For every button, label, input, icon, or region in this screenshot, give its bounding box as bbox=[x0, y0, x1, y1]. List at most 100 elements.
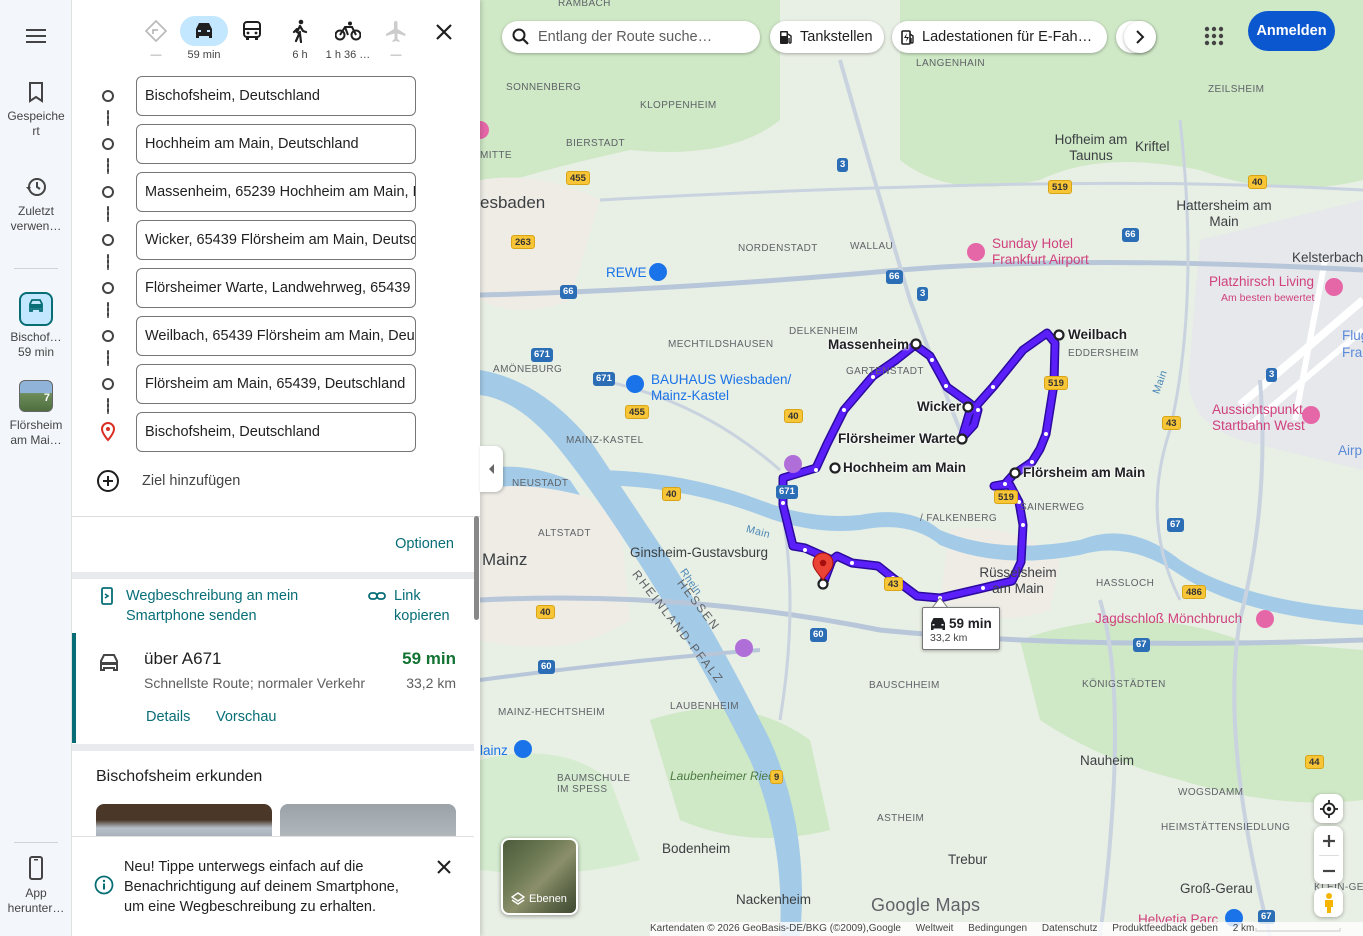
mode-flight[interactable]: — bbox=[372, 16, 420, 66]
waypoint-label-wicker[interactable]: Wicker bbox=[917, 399, 961, 414]
zoom-in-button[interactable] bbox=[1314, 826, 1343, 855]
collapse-panel-button[interactable] bbox=[480, 446, 503, 492]
mode-best[interactable]: — bbox=[132, 16, 180, 66]
bookmark-icon bbox=[29, 82, 43, 103]
route-option-card[interactable]: über A671 Schnellste Route; normaler Ver… bbox=[72, 633, 474, 743]
map-city-label: lainz bbox=[480, 743, 508, 758]
zoom-out-button[interactable] bbox=[1314, 856, 1343, 885]
route-preview-link[interactable]: Vorschau bbox=[216, 709, 276, 725]
recent-button[interactable]: Zuletzt verwen… bbox=[0, 176, 72, 234]
divider bbox=[72, 516, 480, 517]
info-icon bbox=[94, 875, 114, 895]
waypoint-input-5[interactable]: Flörsheimer Warte, Landwehrweg, 65439 Fl… bbox=[136, 268, 416, 308]
terms-link[interactable]: Bedingungen bbox=[968, 923, 1027, 934]
map-district-label: ASTHEIM bbox=[877, 813, 925, 824]
map-district-label: AMÖNEBURG bbox=[493, 364, 563, 375]
chip-ev-charging[interactable]: Ladestationen für E-Fah… bbox=[892, 21, 1107, 53]
pegman-icon bbox=[1324, 892, 1333, 913]
send-to-phone-icon bbox=[101, 587, 113, 605]
route-search-input[interactable]: Entlang der Route suche… bbox=[502, 21, 760, 53]
panel-scrollbar[interactable] bbox=[474, 516, 479, 620]
waypoint-label-massenheim[interactable]: Massenheim bbox=[828, 337, 909, 352]
layers-icon bbox=[511, 892, 525, 905]
recent-place-badge: 7 bbox=[43, 392, 50, 404]
map-district-label: MITTE bbox=[480, 150, 512, 161]
chips-next-button[interactable] bbox=[1124, 21, 1156, 53]
waypoint-connector bbox=[107, 302, 109, 318]
waypoint-input-7[interactable]: Flörsheim am Main, 65439, Deutschland bbox=[136, 364, 416, 404]
waypoint-input-4[interactable]: Wicker, 65439 Flörsheim am Main, Deutsch… bbox=[136, 220, 416, 260]
copy-link-button[interactable]: Link kopieren bbox=[368, 586, 464, 626]
map-city-label: Bodenheim bbox=[662, 841, 731, 856]
poi-aussichtspunkt[interactable]: Aussichtspunkt Startbahn West bbox=[1212, 402, 1305, 434]
feedback-link[interactable]: Produktfeedback geben bbox=[1112, 923, 1218, 934]
waypoint-input-2[interactable]: Hochheim am Main, Deutschland bbox=[136, 124, 416, 164]
send-to-phone-button[interactable]: Wegbeschreibung an mein Smartphone sende… bbox=[100, 586, 346, 626]
mode-walk[interactable]: 6 h bbox=[276, 16, 324, 66]
privacy-link[interactable]: Datenschutz bbox=[1042, 923, 1098, 934]
walking-icon bbox=[292, 19, 308, 43]
waypoint-circle-icon bbox=[102, 234, 114, 246]
poi-label: Jagdschloß Mönchbruch bbox=[1095, 611, 1243, 626]
waypoint-label-hochheim[interactable]: Hochheim am Main bbox=[843, 460, 966, 475]
road-shield: 67 bbox=[1167, 518, 1184, 532]
current-trip-button[interactable]: Bischof… 59 min bbox=[0, 292, 72, 360]
map-district-label: WOGSDAMM bbox=[1178, 787, 1244, 798]
waypoint-label-floersheim[interactable]: Flörsheim am Main bbox=[1023, 465, 1145, 480]
my-location-button[interactable] bbox=[1314, 794, 1343, 823]
layers-button[interactable]: Ebenen bbox=[501, 838, 578, 915]
route-name: über A671 bbox=[144, 649, 222, 668]
road-shield: 44 bbox=[1305, 755, 1324, 769]
mode-transit[interactable] bbox=[228, 16, 276, 66]
options-button[interactable]: Optionen bbox=[395, 536, 454, 552]
waypoint-input-3[interactable]: Massenheim, 65239 Hochheim am Main, Deut… bbox=[136, 172, 416, 212]
map-footer: Kartendaten © 2026 GeoBasis-DE/BKG (©200… bbox=[650, 922, 1363, 936]
waypoint-input-1[interactable]: Bischofsheim, Deutschland bbox=[136, 76, 416, 116]
car-icon bbox=[29, 299, 43, 312]
road-shield: 486 bbox=[1182, 585, 1206, 599]
sign-in-button[interactable]: Anmelden bbox=[1248, 11, 1335, 51]
waypoint-label-weilbach[interactable]: Weilbach bbox=[1068, 327, 1127, 342]
waypoint-input-6[interactable]: Weilbach, 65439 Flörsheim am Main, Deuts… bbox=[136, 316, 416, 356]
map-canvas[interactable]: RAMBACH SONNENBERG KLOPPENHEIM MITTE BIE… bbox=[480, 0, 1363, 936]
directions-panel: — 59 min 6 h 1 h 36 … — Bischofsheim, De… bbox=[72, 0, 480, 936]
map-district-label: NORDENSTADT bbox=[738, 243, 818, 254]
poi-platzhirsch[interactable]: Platzhirsch Living Am besten bewertet bbox=[1209, 274, 1314, 306]
route-details-link[interactable]: Details bbox=[146, 709, 190, 725]
chip-gas-stations[interactable]: Tankstellen bbox=[770, 21, 884, 53]
poi-bauhaus[interactable]: BAUHAUS Wiesbaden/Mainz-Kastel bbox=[651, 372, 791, 404]
map-district-label: / FALKENBERG bbox=[920, 513, 998, 524]
mode-bike[interactable]: 1 h 36 … bbox=[324, 16, 372, 66]
waypoint-connector bbox=[107, 158, 109, 174]
route-time-callout[interactable]: 59 min 33,2 km bbox=[922, 607, 1000, 650]
road-shield: 66 bbox=[560, 285, 577, 299]
search-placeholder: Entlang der Route suche… bbox=[538, 29, 713, 45]
close-directions-button[interactable] bbox=[432, 20, 456, 44]
route-time: 59 min bbox=[402, 649, 456, 668]
recent-place-button[interactable]: 7 Flörsheim am Mai… bbox=[0, 380, 72, 448]
waypoint-label-floersheimer-warte[interactable]: Flörsheimer Warte bbox=[838, 431, 956, 446]
waypoint-input-destination[interactable]: Bischofsheim, Deutschland bbox=[136, 412, 416, 452]
poi-jagdschloss[interactable]: Jagdschloß Mönchbruch bbox=[1095, 611, 1242, 627]
get-app-button[interactable]: App herunter… bbox=[0, 856, 72, 916]
map-district-label: BAUMSCHULE IM SPESS bbox=[557, 773, 631, 795]
menu-button[interactable] bbox=[0, 26, 72, 52]
waypoint-connector bbox=[107, 110, 109, 126]
saved-button[interactable]: Gespeichert bbox=[0, 81, 72, 139]
road-shield: 519 bbox=[1044, 376, 1068, 390]
map-district-label: BIERSTADT bbox=[566, 138, 625, 149]
chip-label: Tankstellen bbox=[800, 29, 873, 45]
poi-sunday-hotel[interactable]: Sunday Hotel Frankfurt Airport bbox=[992, 236, 1089, 268]
mode-car[interactable]: 59 min bbox=[180, 16, 228, 66]
map-city-label: Rüsselsheim am Main bbox=[979, 565, 1057, 596]
street-view-pegman[interactable] bbox=[1314, 888, 1343, 917]
scale-label[interactable]: 2 km bbox=[1233, 923, 1255, 934]
poi-label: Aussichtspunkt bbox=[1212, 402, 1303, 417]
map-city-label: esbaden bbox=[480, 193, 546, 212]
google-apps-button[interactable] bbox=[1200, 22, 1228, 55]
poi-rewe[interactable]: REWE bbox=[606, 265, 647, 281]
close-notification-button[interactable] bbox=[434, 857, 454, 882]
add-destination-button[interactable]: Ziel hinzufügen bbox=[96, 466, 240, 496]
map-district-label: EDDERSHEIM bbox=[1068, 348, 1139, 359]
worldwide-link[interactable]: Weltweit bbox=[916, 923, 954, 934]
